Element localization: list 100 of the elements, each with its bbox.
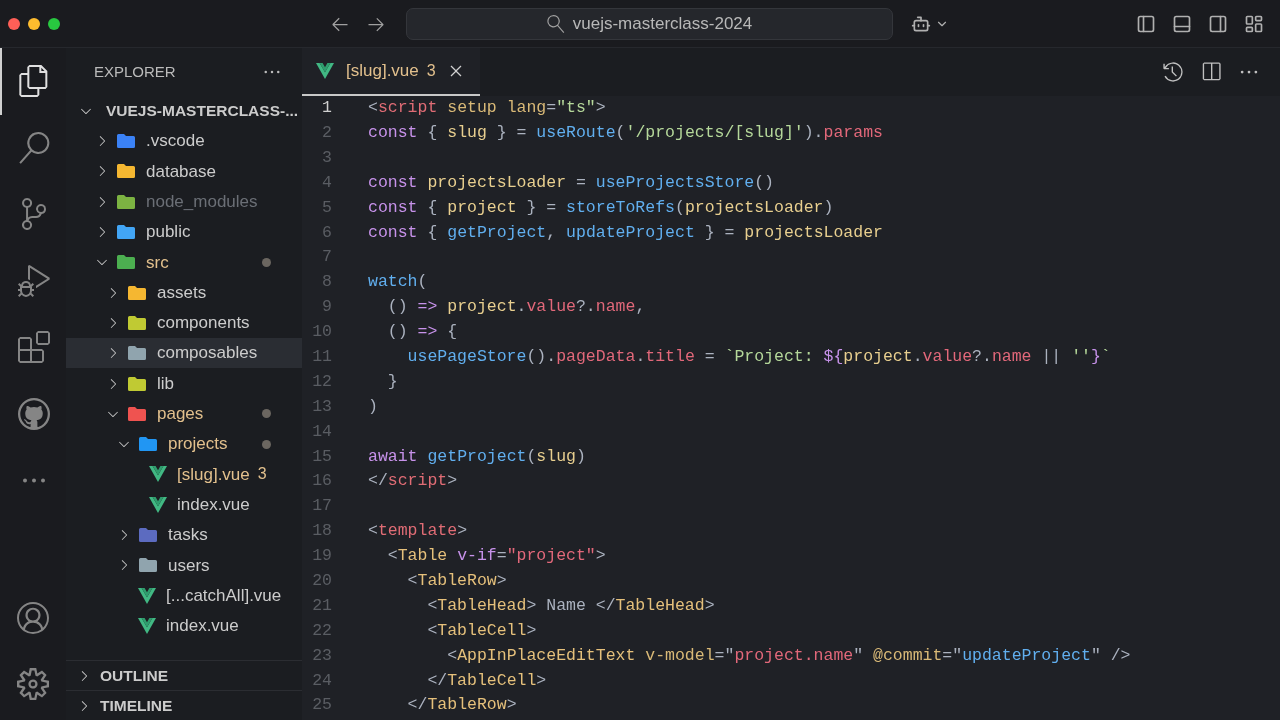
- activity-icon: [18, 65, 50, 98]
- zoom-window-button[interactable]: [48, 17, 60, 30]
- folder-row[interactable]: src: [66, 247, 302, 278]
- line-number: 4: [321, 171, 332, 194]
- command-search-field[interactable]: vuejs-masterclass-2024: [406, 7, 893, 40]
- activity-icon: [18, 331, 50, 364]
- code-line: <AppInPlaceEditText v-model="project.name" @commit="updateProject" />: [446, 644, 1131, 667]
- split-editor-icon[interactable]: [1200, 61, 1222, 83]
- file-name: [slug].vue: [177, 463, 250, 486]
- code-line: <template>: [368, 520, 468, 543]
- file-name: index.vue: [177, 493, 250, 516]
- vue-file-icon: [149, 496, 167, 513]
- file-name: tasks: [168, 524, 208, 547]
- line-number: 12: [311, 370, 332, 393]
- section-title: OUTLINE: [100, 665, 169, 686]
- line-number: 13: [311, 395, 332, 418]
- file-name: .vscode: [146, 130, 205, 153]
- code-line: <TableCell>: [426, 619, 537, 642]
- line-number: 19: [311, 545, 332, 568]
- layout-icon[interactable]: [1244, 13, 1264, 34]
- line-number: 11: [311, 345, 332, 368]
- search-icon: [546, 14, 565, 33]
- folder-row[interactable]: lib: [66, 368, 302, 399]
- line-number: 5: [321, 196, 332, 219]
- line-number: 25: [311, 694, 332, 717]
- secondary-sidebar-toggle-icon[interactable]: [1208, 13, 1228, 34]
- vue-file-icon: [149, 466, 167, 483]
- file-name: node_modules: [146, 191, 258, 213]
- code-line: <script setup lang="ts">: [368, 97, 606, 120]
- line-number: 14: [311, 420, 332, 443]
- code-line: <Table v-if="project">: [386, 545, 606, 568]
- file-name: [...catchAll].vue: [166, 584, 282, 607]
- file-row[interactable]: [...catchAll].vue: [66, 580, 302, 611]
- file-name: projects: [168, 433, 228, 456]
- section-title: TIMELINE: [100, 695, 173, 716]
- vue-file-icon: [138, 617, 156, 634]
- line-number: 8: [321, 271, 332, 294]
- activity-icon: [18, 131, 50, 164]
- line-number: 6: [321, 221, 332, 244]
- folder-row[interactable]: composables: [66, 338, 302, 369]
- line-number: 15: [311, 445, 332, 468]
- code-line: }: [386, 370, 398, 393]
- minimize-window-button[interactable]: [28, 17, 40, 30]
- file-name: assets: [157, 281, 207, 304]
- folder-row[interactable]: database: [66, 156, 302, 187]
- line-number: 2: [321, 121, 332, 144]
- line-number: 17: [311, 495, 332, 518]
- close-window-button[interactable]: [8, 17, 20, 30]
- file-name: pages: [157, 403, 204, 426]
- tab-label: [slug].vue: [346, 60, 419, 83]
- line-number: 18: [311, 520, 332, 543]
- workspace-name: vuejs-masterclass-2024: [572, 12, 753, 35]
- sidebar-toggle-icon[interactable]: [1136, 13, 1156, 34]
- problem-count: 3: [426, 61, 436, 81]
- folder-row[interactable]: assets: [66, 277, 302, 308]
- vue-file-icon: [316, 63, 334, 79]
- settings-icon[interactable]: [17, 668, 49, 700]
- history-icon[interactable]: [1162, 61, 1184, 83]
- folder-row[interactable]: projects: [66, 428, 302, 460]
- folder-row[interactable]: .vscode: [66, 126, 302, 157]
- problem-count: 3: [257, 464, 267, 485]
- code-line: <TableRow>: [406, 570, 507, 592]
- line-number: 24: [311, 669, 332, 692]
- code-line: ): [368, 395, 378, 418]
- code-line: () => project.value?.name,: [386, 296, 646, 319]
- code-line: watch(: [368, 271, 428, 294]
- activity-icon: [18, 397, 50, 430]
- file-row[interactable]: index.vue: [66, 489, 302, 520]
- explorer-title: EXPLORER: [94, 61, 176, 82]
- line-number: 22: [311, 619, 332, 642]
- file-name: lib: [157, 372, 174, 395]
- editor-tab[interactable]: [slug].vue 3: [302, 48, 480, 96]
- code-line: </script>: [368, 470, 458, 493]
- folder-row[interactable]: pages: [66, 398, 302, 429]
- account-icon[interactable]: [17, 602, 49, 634]
- code-line: <TableHead> Name </TableHead>: [426, 594, 715, 617]
- line-number: 20: [311, 570, 332, 592]
- folder-row[interactable]: public: [66, 216, 302, 248]
- panel-toggle-icon[interactable]: [1172, 13, 1192, 34]
- file-row[interactable]: index.vue: [66, 610, 302, 642]
- activity-icon: [18, 264, 50, 297]
- folder-row[interactable]: tasks: [66, 519, 302, 551]
- code-line: usePageStore().pageData.title = `Project: ${project.value?.name || ''}`: [406, 345, 1111, 368]
- file-name: index.vue: [166, 615, 239, 638]
- code-line: const { slug } = useRoute('/projects/[slug]').params: [368, 121, 883, 144]
- line-number: 3: [321, 146, 332, 169]
- workspace-header[interactable]: VUEJS-MASTERCLASS-...: [66, 96, 302, 126]
- file-name: composables: [157, 342, 258, 365]
- line-number: 23: [311, 644, 332, 667]
- code-line: const { project } = storeToRefs(projectsLoader): [368, 196, 834, 219]
- folder-row[interactable]: components: [66, 307, 302, 339]
- file-name: public: [146, 221, 191, 244]
- line-number: 21: [311, 594, 332, 617]
- vue-file-icon: [138, 587, 156, 604]
- workspace-name: VUEJS-MASTERCLASS-...: [106, 101, 299, 122]
- code-line: await getProject(slug): [368, 445, 586, 468]
- folder-row[interactable]: users: [66, 550, 302, 581]
- file-name: database: [146, 160, 216, 183]
- code-line: const { getProject, updateProject } = projectsLoader: [368, 221, 883, 244]
- file-row[interactable]: [slug].vue 3: [66, 459, 302, 490]
